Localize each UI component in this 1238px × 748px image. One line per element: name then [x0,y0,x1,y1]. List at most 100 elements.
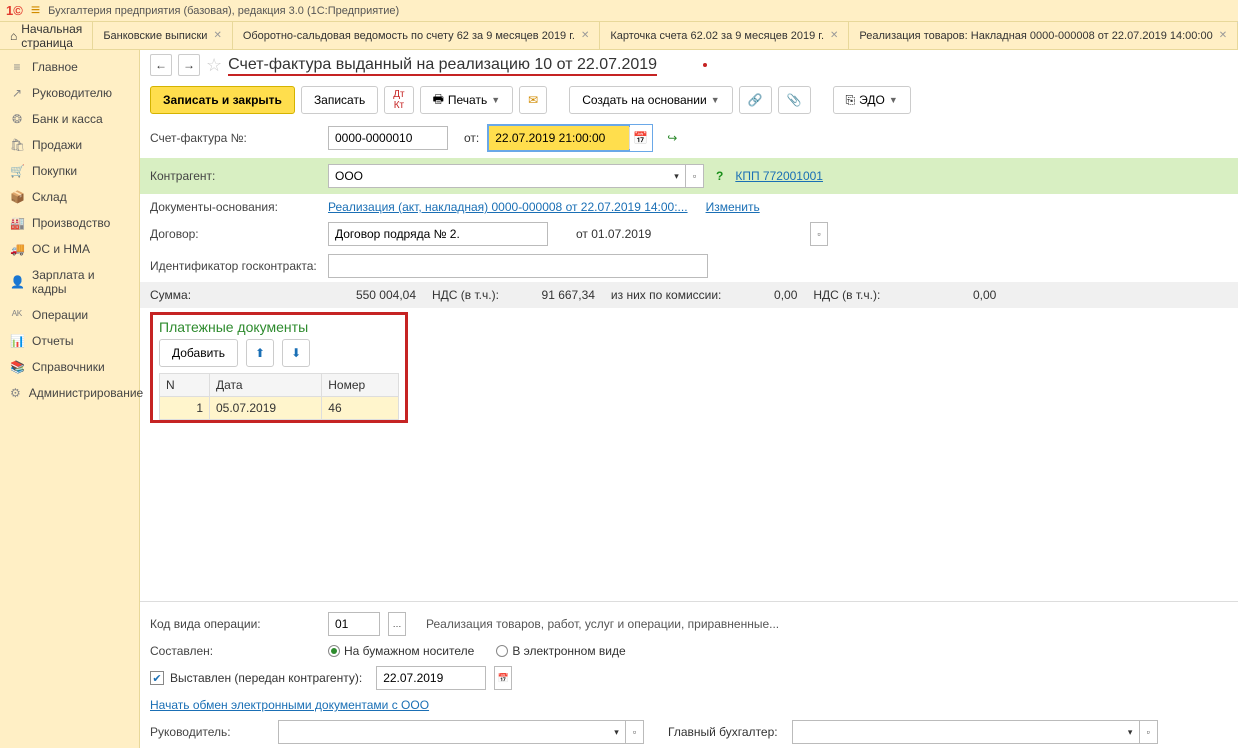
op-code-input[interactable] [328,612,380,636]
change-link[interactable]: Изменить [706,200,760,214]
edo-start-link[interactable]: Начать обмен электронными документами с … [150,698,429,712]
close-icon[interactable]: ✕ [830,30,838,41]
arrow-up-icon: ⬆ [255,346,265,360]
sidebar-item-label: Продажи [32,138,82,152]
create-based-button[interactable]: Создать на основании▼ [569,86,732,114]
move-up-button[interactable]: ⬆ [246,339,274,367]
dropdown-icon[interactable]: ▾ [608,720,626,744]
tab-osv[interactable]: Оборотно-сальдовая ведомость по счету 62… [232,22,600,49]
add-payment-button[interactable]: Добавить [159,339,238,367]
sidebar-item-purch[interactable]: 🛒Покупки [0,158,139,184]
tree-icon: 🔗 [748,93,763,107]
chevron-down-icon: ▼ [711,95,720,105]
sidebar-item-label: Банк и касса [32,112,103,126]
home-icon: ⌂ [10,29,17,43]
back-button[interactable]: ← [150,54,172,76]
forward-button[interactable]: → [178,54,200,76]
tab-card[interactable]: Карточка счета 62.02 за 9 месяцев 2019 г… [599,22,848,49]
edo-icon: ⎘ [846,93,856,108]
tab-bank[interactable]: Банковские выписки ✕ [92,22,232,49]
sidebar-item-bank[interactable]: ❂Банк и касса [0,106,139,132]
number-input[interactable] [328,126,448,150]
calendar-icon[interactable]: 📅 [494,666,512,690]
sidebar-item-label: ОС и НМА [32,242,90,256]
tab-realization[interactable]: Реализация товаров: Накладная 0000-00000… [848,22,1237,49]
sidebar-item-ops[interactable]: ᴬᴷОперации [0,302,139,328]
radio-dot-icon [328,645,340,657]
col-num[interactable]: Номер [322,374,399,397]
gosid-input[interactable] [328,254,708,278]
home-tab-label: Начальная страница [21,22,82,50]
tab-label: Карточка счета 62.02 за 9 месяцев 2019 г… [610,30,824,42]
sidebar-item-prod[interactable]: 🏭Производство [0,210,139,236]
close-icon[interactable]: ✕ [1219,30,1227,41]
contragent-label: Контрагент: [150,169,320,183]
chart-icon: 📊 [10,334,24,348]
sidebar-item-label: Администрирование [29,386,143,400]
toolbar: Записать и закрыть Записать ДтКт 🖶Печать… [140,80,1238,120]
radio-label: В электронном виде [512,644,625,658]
col-n[interactable]: N [160,374,210,397]
open-icon[interactable]: ▫ [810,222,828,246]
save-close-button[interactable]: Записать и закрыть [150,86,295,114]
cell-num: 46 [322,397,399,420]
issued-date-input[interactable] [376,666,486,690]
attach-button[interactable]: 📎 [778,86,811,114]
calendar-icon[interactable]: 📅 [629,127,651,149]
col-date[interactable]: Дата [210,374,322,397]
ops-icon: ᴬᴷ [10,308,24,322]
relations-button[interactable]: 🔗 [739,86,772,114]
dtkt-button[interactable]: ДтКт [384,86,413,114]
vat2-value: 0,00 [886,288,996,302]
radio-elec[interactable]: В электронном виде [496,644,625,658]
vat2-label: НДС (в т.ч.): [813,288,880,302]
buh-input[interactable] [792,720,1122,744]
table-row[interactable]: 1 05.07.2019 46 [160,397,399,420]
radio-label: На бумажном носителе [344,644,474,658]
sidebar-item-os[interactable]: 🚚 ОС и НМА [0,236,139,262]
sidebar-item-reports[interactable]: 📊Отчеты [0,328,139,354]
radio-paper[interactable]: На бумажном носителе [328,644,474,658]
truck-icon: 🚚 [10,242,24,256]
ruk-input[interactable] [278,720,608,744]
sidebar-item-sales[interactable]: 🛍Продажи [0,132,139,158]
contragent-input[interactable] [328,164,668,188]
open-icon[interactable]: ▫ [686,164,704,188]
sidebar-item-label: Главное [32,60,78,74]
post-icon[interactable]: ↪ [667,131,677,145]
open-icon[interactable]: ▫ [626,720,644,744]
favorite-icon[interactable]: ☆ [206,55,222,76]
comm-value: 0,00 [727,288,797,302]
manager-icon: ↗ [10,86,24,100]
sidebar-item-admin[interactable]: ⚙Администрирование [0,380,139,406]
sidebar-item-refs[interactable]: 📚Справочники [0,354,139,380]
contract-input[interactable] [328,222,548,246]
edo-button[interactable]: ⎘ЭДО▼ [833,86,911,114]
kpp-link[interactable]: КПП 772001001 [735,169,823,183]
sidebar-item-stock[interactable]: 📦Склад [0,184,139,210]
home-tab[interactable]: ⌂ Начальная страница [0,22,92,49]
date-input[interactable] [489,126,629,150]
picker-icon[interactable]: … [388,612,406,636]
help-icon[interactable]: ? [712,169,727,183]
save-button[interactable]: Записать [301,86,378,114]
email-button[interactable]: ✉ [519,86,547,114]
sidebar-item-manager[interactable]: ↗Руководителю [0,80,139,106]
dropdown-icon[interactable]: ▾ [1122,720,1140,744]
close-icon[interactable]: ✕ [213,30,221,41]
books-icon: 📚 [10,360,24,374]
dropdown-icon[interactable]: ▾ [668,164,686,188]
issued-checkbox[interactable]: ✔ Выставлен (передан контрагенту): [150,671,362,685]
open-icon[interactable]: ▫ [1140,720,1158,744]
sidebar-item-main[interactable]: ≡ Главное [0,54,139,80]
sidebar-item-salary[interactable]: 👤Зарплата и кадры [0,262,139,302]
dtkt-icon: ДтКт [393,89,404,111]
move-down-button[interactable]: ⬇ [282,339,310,367]
payments-title: Платежные документы [159,319,399,339]
docs-link[interactable]: Реализация (акт, накладная) 0000-000008 … [328,200,688,214]
close-icon[interactable]: ✕ [581,30,589,41]
main-icon: ≡ [10,60,24,74]
arrow-down-icon: ⬇ [291,346,301,360]
print-button[interactable]: 🖶Печать▼ [420,86,514,114]
main-menu-icon[interactable]: ≡ [31,2,40,20]
